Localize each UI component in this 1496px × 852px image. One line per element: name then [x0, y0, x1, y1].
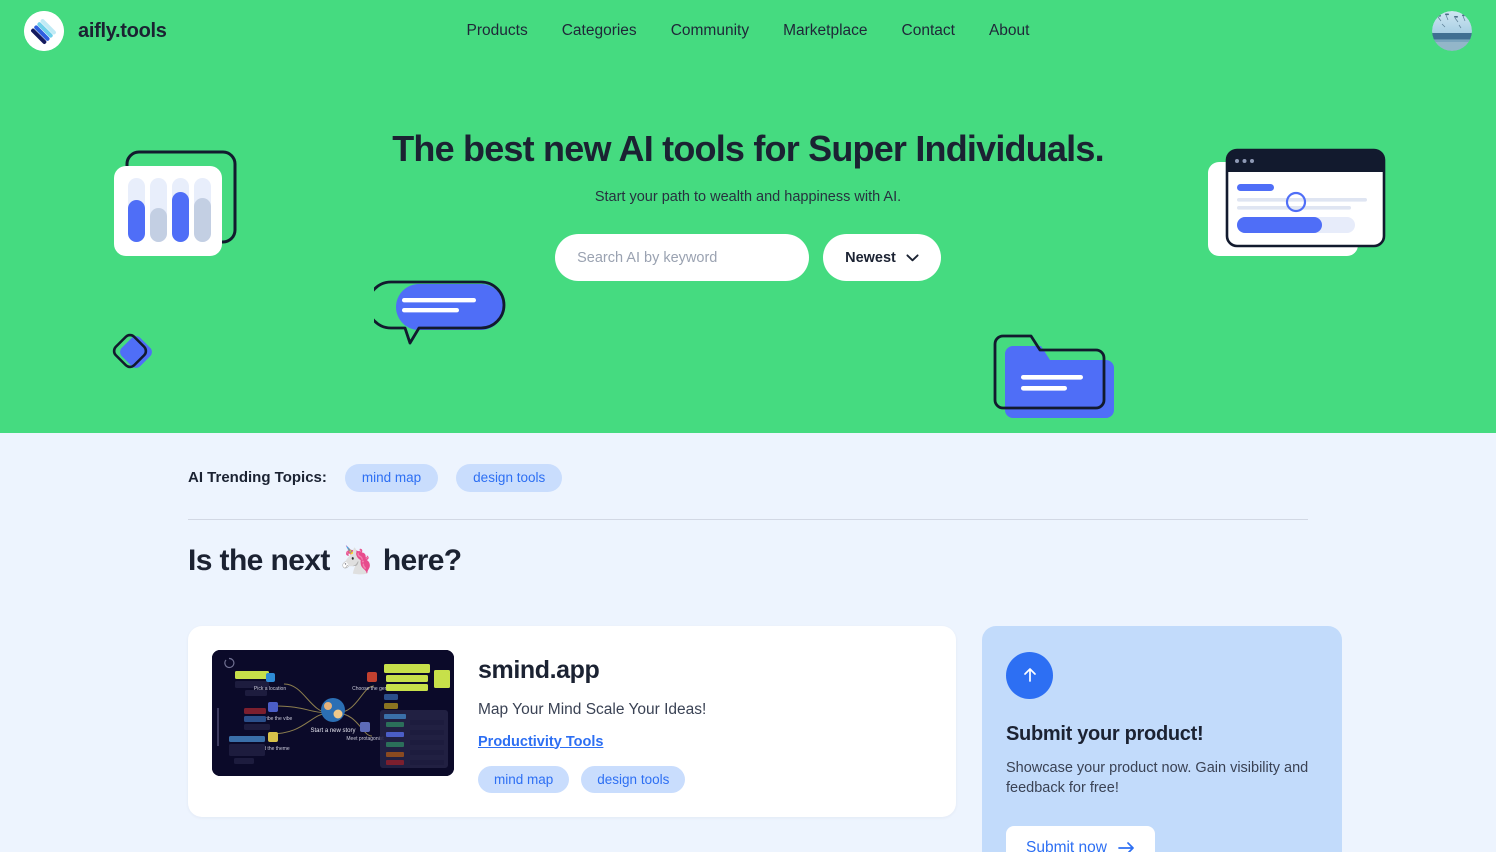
chat-bubble-illustration — [374, 280, 506, 355]
section-divider — [188, 518, 1308, 520]
sort-dropdown-value: Newest — [845, 249, 896, 266]
submit-now-label: Submit now — [1026, 838, 1107, 852]
main-content: AI Trending Topics: mind map design tool… — [0, 433, 1496, 852]
unicorn-icon: 🦄 — [339, 545, 374, 575]
main-navigation: Products Categories Community Marketplac… — [0, 22, 1496, 40]
product-thumbnail[interactable]: Start a new story Pick a location Descri… — [212, 649, 454, 776]
product-tagline: Map Your Mind Scale Your Ideas! — [478, 700, 707, 718]
nav-item-contact[interactable]: Contact — [902, 22, 955, 40]
search-row: Newest — [0, 234, 1496, 281]
product-category-link[interactable]: Productivity Tools — [478, 734, 603, 750]
content-grid: Start a new story Pick a location Descri… — [188, 625, 1342, 852]
arrow-right-icon — [1118, 841, 1134, 852]
trending-chip-mind-map[interactable]: mind map — [344, 464, 439, 492]
svg-text:Pick a location: Pick a location — [254, 686, 286, 692]
nav-item-products[interactable]: Products — [467, 22, 528, 40]
product-info: smind.app Map Your Mind Scale Your Ideas… — [478, 650, 707, 793]
nav-item-marketplace[interactable]: Marketplace — [783, 22, 867, 40]
section-title-after: here? — [382, 543, 462, 577]
product-tag-design-tools[interactable]: design tools — [581, 765, 686, 793]
submit-description: Showcase your product now. Gain visibili… — [1006, 759, 1309, 797]
trending-chip-design-tools[interactable]: design tools — [456, 464, 563, 492]
avatar[interactable] — [1432, 11, 1472, 51]
site-header: aifly.tools Products Categories Communit… — [0, 0, 1496, 62]
product-card[interactable]: Start a new story Pick a location Descri… — [188, 625, 956, 817]
sort-dropdown[interactable]: Newest — [823, 234, 941, 281]
brand-name: aifly.tools — [78, 19, 167, 42]
hero-subtitle: Start your path to wealth and happiness … — [594, 189, 902, 205]
submit-title: Submit your product! — [1006, 722, 1204, 745]
page-title: The best new AI tools for Super Individu… — [392, 128, 1104, 169]
logo-icon — [24, 11, 64, 51]
chevron-down-icon — [906, 253, 919, 261]
nav-item-categories[interactable]: Categories — [562, 22, 637, 40]
submit-now-button[interactable]: Submit now — [1006, 825, 1155, 852]
folder-illustration — [993, 330, 1123, 422]
diamond-illustration — [110, 329, 158, 377]
brand[interactable]: aifly.tools — [24, 11, 167, 51]
nav-item-about[interactable]: About — [989, 22, 1030, 40]
search-input[interactable] — [555, 234, 810, 281]
svg-text:Start a new story: Start a new story — [310, 728, 355, 734]
hero-section: The best new AI tools for Super Individu… — [0, 62, 1496, 433]
section-title: Is the next 🦄 here? — [188, 544, 1308, 578]
product-tags: mind map design tools — [478, 765, 706, 793]
submit-product-panel: Submit your product! Showcase your produ… — [982, 625, 1342, 852]
product-tag-mind-map[interactable]: mind map — [478, 765, 570, 793]
hero-content: The best new AI tools for Super Individu… — [0, 62, 1496, 281]
product-name[interactable]: smind.app — [478, 656, 706, 685]
arrow-up-icon — [1006, 651, 1053, 699]
trending-label: AI Trending Topics: — [188, 469, 327, 487]
svg-text:Meet protagonist: Meet protagonist — [346, 736, 384, 742]
nav-item-community[interactable]: Community — [671, 22, 749, 40]
trending-topics: AI Trending Topics: mind map design tool… — [188, 433, 1308, 492]
section-title-before: Is the next — [188, 543, 330, 577]
